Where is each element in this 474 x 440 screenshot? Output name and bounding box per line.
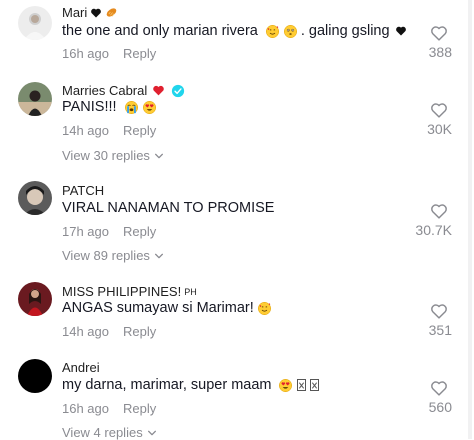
heart-outline-icon xyxy=(431,204,447,219)
comment-meta: 16h ago Reply xyxy=(62,46,156,61)
chevron-down-icon xyxy=(154,253,163,258)
comment-time: 17h ago xyxy=(62,224,109,239)
missing-glyph-icon xyxy=(309,379,319,391)
avatar[interactable] xyxy=(18,6,52,40)
black-heart-icon xyxy=(91,8,102,17)
view-replies-button[interactable]: View 4 replies xyxy=(62,425,157,440)
heart-eyes-face-icon xyxy=(278,378,292,392)
reply-button[interactable]: Reply xyxy=(123,324,156,339)
like-count: 388 xyxy=(428,44,452,60)
reply-button[interactable]: Reply xyxy=(123,224,156,239)
red-heart-icon xyxy=(153,85,165,96)
like-count: 560 xyxy=(428,399,452,415)
comment-username[interactable]: Marries Cabral xyxy=(62,83,185,98)
smiling-face-with-hearts-icon xyxy=(265,24,279,38)
loudly-crying-face-icon xyxy=(124,100,138,114)
comment-username[interactable]: PATCH xyxy=(62,183,104,198)
like-button[interactable]: 388 xyxy=(392,25,452,60)
comment-text: the one and only marian rivera . galing … xyxy=(62,23,407,39)
avatar[interactable] xyxy=(18,181,52,215)
view-replies-button[interactable]: View 89 replies xyxy=(62,248,164,263)
avatar[interactable] xyxy=(18,282,52,316)
missing-glyph-icon xyxy=(296,379,306,391)
like-count: 351 xyxy=(428,322,452,338)
heart-outline-icon xyxy=(431,26,447,41)
scrollbar[interactable] xyxy=(468,0,472,439)
reply-button[interactable]: Reply xyxy=(123,401,156,416)
avatar[interactable] xyxy=(18,82,52,116)
like-count: 30K xyxy=(427,121,452,137)
chevron-down-icon xyxy=(147,430,156,435)
comment-username[interactable]: Mari xyxy=(62,5,118,20)
comment-text: my darna, marimar, super maam xyxy=(62,377,319,393)
like-button[interactable]: 351 xyxy=(392,303,452,338)
heart-outline-icon xyxy=(431,381,447,396)
comment-time: 16h ago xyxy=(62,46,109,61)
verified-badge-icon xyxy=(172,84,185,97)
comment-username[interactable]: MISS PHILIPPINES! PH xyxy=(62,284,197,299)
comment-username[interactable]: Andrei xyxy=(62,360,100,375)
like-count: 30.7K xyxy=(415,222,452,238)
comment-time: 14h ago xyxy=(62,324,109,339)
bread-icon xyxy=(106,8,117,17)
comment-text: ANGAS sumayaw si Marimar! xyxy=(62,300,272,316)
avatar[interactable] xyxy=(18,359,52,393)
comment-meta: 14h ago Reply xyxy=(62,123,156,138)
reply-button[interactable]: Reply xyxy=(123,123,156,138)
comment-time: 14h ago xyxy=(62,123,109,138)
smiling-face-with-hearts-icon xyxy=(257,301,271,315)
comment-meta: 14h ago Reply xyxy=(62,324,156,339)
comment-text: VIRAL NANAMAN TO PROMISE xyxy=(62,200,275,216)
heart-outline-icon xyxy=(431,103,447,118)
comment-meta: 16h ago Reply xyxy=(62,401,156,416)
like-button[interactable]: 30K xyxy=(392,102,452,137)
view-replies-button[interactable]: View 30 replies xyxy=(62,148,164,163)
like-button[interactable]: 30.7K xyxy=(392,203,452,238)
comment-time: 16h ago xyxy=(62,401,109,416)
like-button[interactable]: 560 xyxy=(392,380,452,415)
heart-eyes-face-icon xyxy=(142,100,156,114)
heart-outline-icon xyxy=(431,304,447,319)
chevron-down-icon xyxy=(154,153,163,158)
reply-button[interactable]: Reply xyxy=(123,46,156,61)
comment-text: PANIS!!! xyxy=(62,99,157,115)
comment-meta: 17h ago Reply xyxy=(62,224,156,239)
flushed-face-icon xyxy=(283,24,297,38)
